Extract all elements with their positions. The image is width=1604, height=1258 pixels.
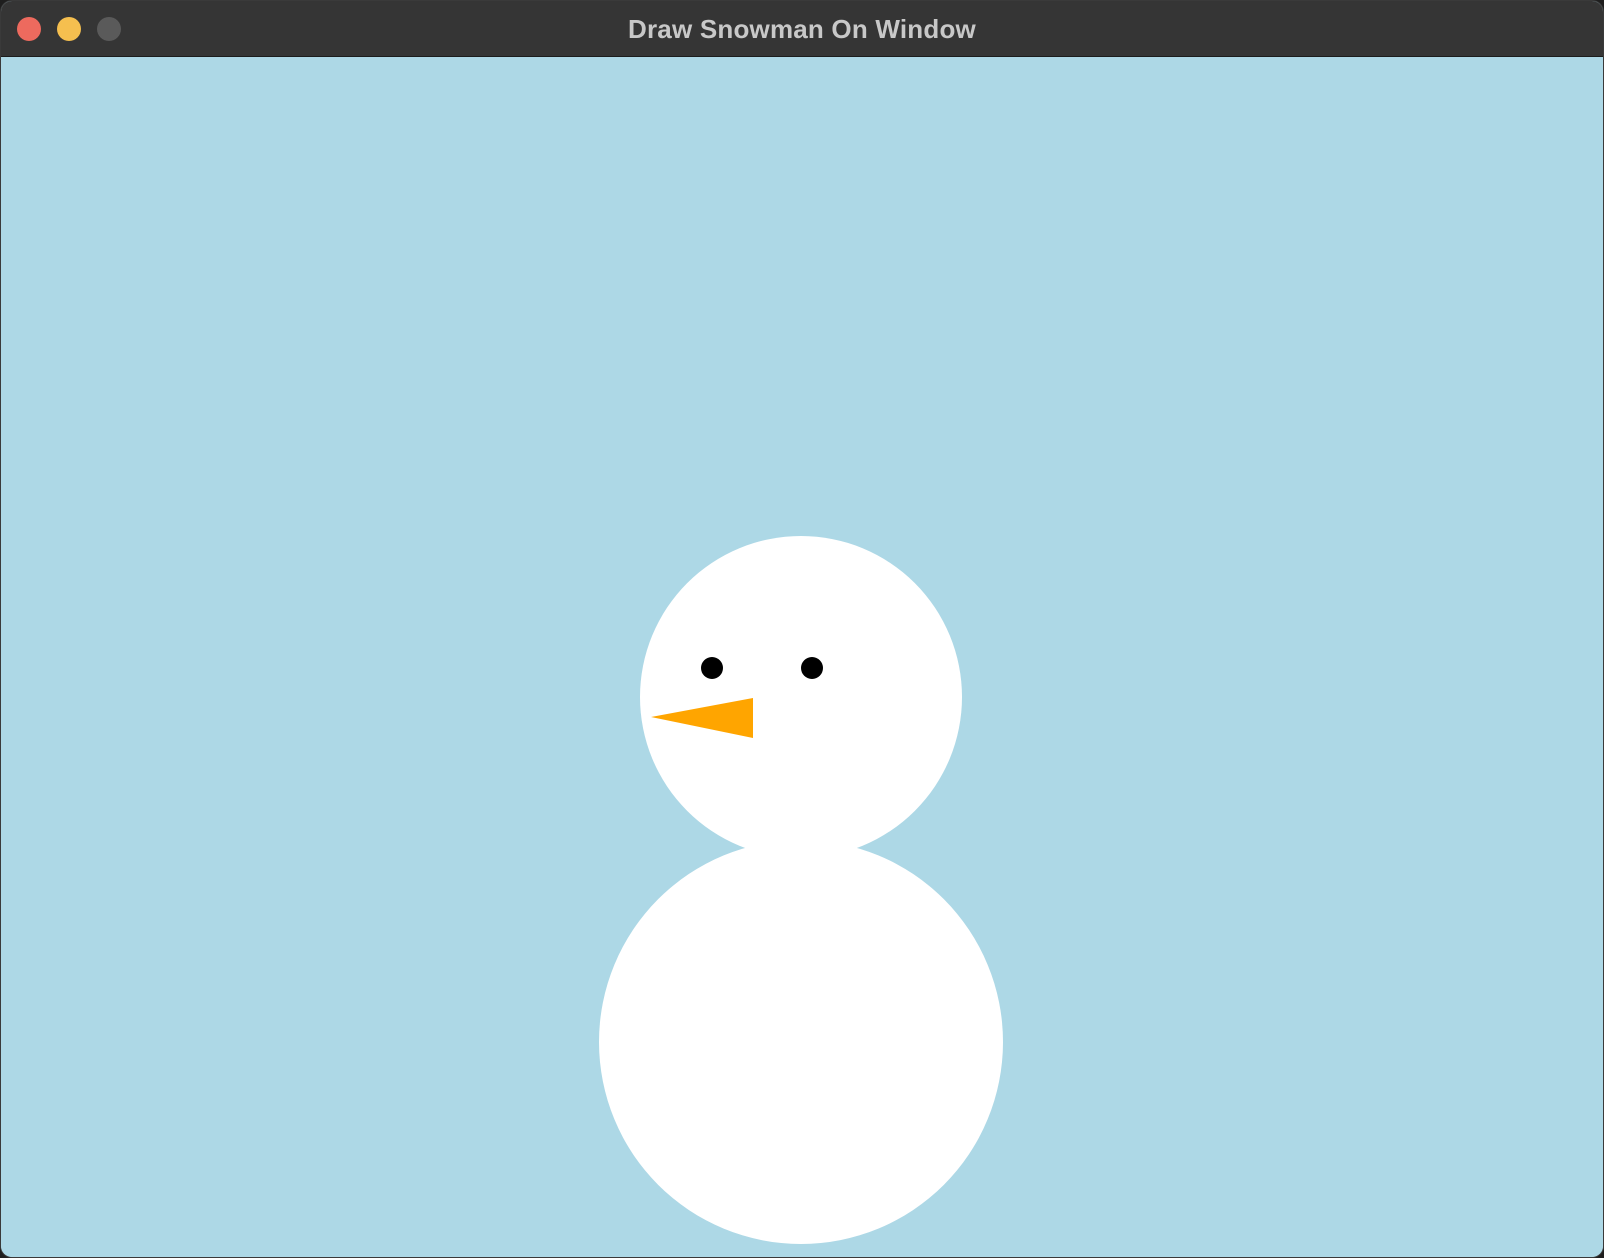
right-eye [801, 657, 823, 679]
title-bar[interactable]: Draw Snowman On Window [1, 1, 1603, 57]
left-eye [701, 657, 723, 679]
snowman-body [599, 840, 1003, 1244]
window-title: Draw Snowman On Window [628, 14, 976, 44]
app-window: Draw Snowman On Window [0, 0, 1604, 1258]
snowman-drawing [1, 57, 1603, 1257]
drawing-canvas [1, 57, 1603, 1257]
snowman-head [640, 536, 962, 858]
